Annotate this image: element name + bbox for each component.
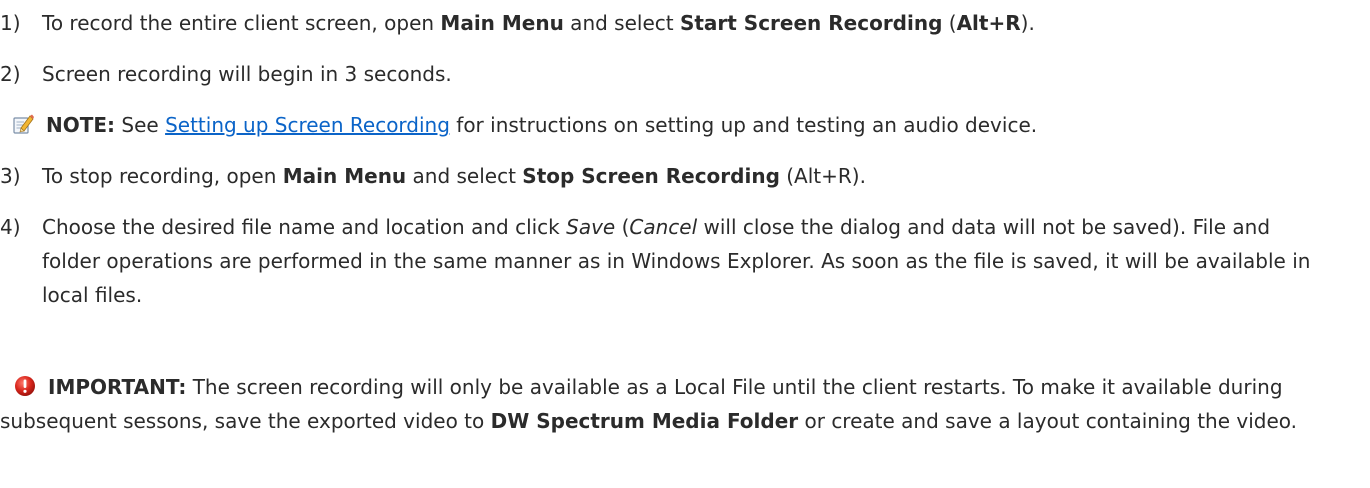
step-number: 3) [0, 164, 21, 188]
italic-run: Save [566, 215, 616, 239]
text-run: Choose the desired file name and locatio… [42, 215, 567, 239]
step-text: Choose the desired file name and locatio… [42, 210, 1330, 312]
step-4: 4) Choose the desired file name and loca… [0, 210, 1330, 312]
bold-run: Alt+R [956, 11, 1021, 35]
bold-run: DW Spectrum Media Folder [490, 409, 799, 433]
bold-run: Start Screen Recording [679, 11, 943, 35]
text-run: or create and save a layout containing t… [798, 409, 1298, 433]
step-number: 2) [0, 62, 21, 86]
bold-run: Main Menu [282, 164, 407, 188]
text-run: ( [942, 11, 957, 35]
text-run: To stop recording, open [42, 164, 283, 188]
text-run: See [115, 113, 166, 137]
note-label: NOTE: [46, 113, 116, 137]
step-3: 3) To stop recording, open Main Menu and… [0, 159, 1360, 193]
note-callout: NOTE: See Setting up Screen Recording fo… [12, 108, 1037, 142]
bold-run: Stop Screen Recording [522, 164, 780, 188]
note-pencil-icon [12, 111, 34, 134]
setting-up-screen-recording-link[interactable]: Setting up Screen Recording [165, 113, 450, 137]
text-run: for instructions on setting up and testi… [449, 113, 1038, 137]
text-run: Screen recording will begin in 3 seconds… [42, 62, 452, 86]
step-text: To record the entire client screen, open… [42, 6, 1360, 40]
text-run: ). [1020, 11, 1035, 35]
text-run: (Alt+R). [779, 164, 866, 188]
step-2: 2) Screen recording will begin in 3 seco… [0, 57, 1360, 91]
text-run: and select [563, 11, 680, 35]
important-label: IMPORTANT: [48, 375, 187, 399]
italic-run: Cancel [629, 215, 698, 239]
step-number: 1) [0, 11, 21, 35]
bold-run: Main Menu [440, 11, 564, 35]
important-alert-icon [14, 373, 36, 396]
text-run: To record the entire client screen, open [42, 11, 441, 35]
step-number: 4) [0, 215, 21, 239]
text-run: and select [406, 164, 523, 188]
important-callout: IMPORTANT: The screen recording will onl… [0, 370, 1340, 438]
step-1: 1) To record the entire client screen, o… [0, 6, 1360, 40]
step-text: To stop recording, open Main Menu and se… [42, 159, 1360, 193]
step-text: Screen recording will begin in 3 seconds… [42, 57, 1360, 91]
text-run: ( [615, 215, 630, 239]
